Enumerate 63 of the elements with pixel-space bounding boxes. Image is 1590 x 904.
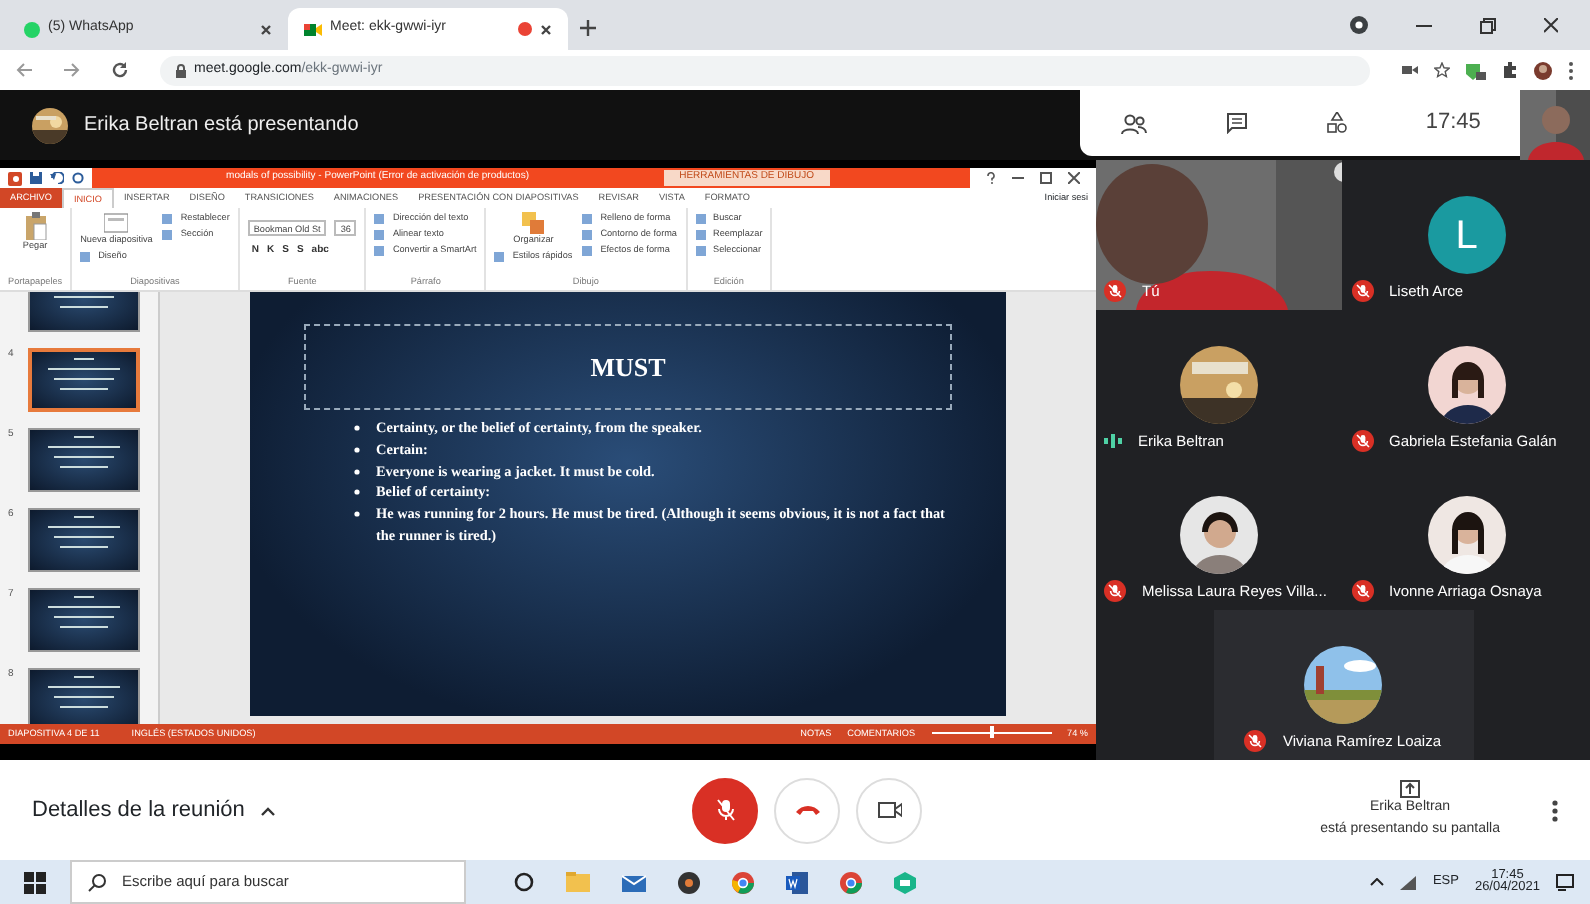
- more-options-icon[interactable]: [1552, 799, 1558, 821]
- slide-thumbnail[interactable]: [28, 508, 140, 572]
- network-icon[interactable]: [1400, 875, 1417, 889]
- document-app-icon[interactable]: [786, 871, 808, 893]
- maximize-icon[interactable]: [1040, 172, 1052, 184]
- circle-icon[interactable]: [514, 872, 534, 892]
- extension-icon[interactable]: [1466, 61, 1486, 79]
- command-icon: [494, 251, 505, 261]
- menu-icon[interactable]: [1568, 61, 1574, 79]
- slide-thumbnail[interactable]: [28, 668, 140, 724]
- chat-app-icon: [24, 21, 40, 37]
- back-icon[interactable]: [16, 62, 32, 78]
- minimize-icon[interactable]: [1012, 172, 1024, 184]
- forward-icon[interactable]: [64, 62, 80, 78]
- shapes-icon[interactable]: [1325, 112, 1348, 134]
- maximize-icon[interactable]: [1480, 17, 1496, 33]
- save-icon[interactable]: [30, 172, 42, 184]
- people-icon[interactable]: [1119, 113, 1148, 133]
- close-icon[interactable]: [1068, 172, 1080, 184]
- meeting-time: 17:45: [1425, 108, 1481, 139]
- avatar: L: [1427, 196, 1506, 274]
- camera-icon: [877, 802, 901, 818]
- shapes-icon: [521, 212, 546, 234]
- caret-icon: [260, 805, 277, 815]
- mic-off-icon: [715, 798, 735, 822]
- slide-thumbnail[interactable]: [28, 588, 140, 652]
- microphone-button[interactable]: [692, 777, 758, 843]
- chat-icon[interactable]: [1225, 112, 1248, 134]
- slide-thumbnail[interactable]: [28, 348, 140, 412]
- hexagon-app-icon[interactable]: [894, 871, 916, 893]
- undo-icon[interactable]: [50, 172, 64, 184]
- end-call-button[interactable]: [774, 777, 840, 843]
- close-icon[interactable]: [1544, 17, 1558, 33]
- mail-icon[interactable]: [622, 872, 646, 892]
- command-icon: [80, 251, 91, 261]
- camera-button[interactable]: [856, 777, 922, 843]
- help-icon[interactable]: [986, 172, 996, 184]
- windows-start-icon[interactable]: [24, 871, 46, 893]
- present-screen-icon: [1400, 780, 1421, 798]
- redo-icon[interactable]: [72, 172, 84, 184]
- close-icon: [260, 23, 272, 35]
- meeting-details-button[interactable]: Detalles de la reunión: [32, 793, 277, 827]
- puzzle-icon[interactable]: [1502, 62, 1518, 78]
- camera-icon[interactable]: [1402, 64, 1418, 76]
- new-tab-icon[interactable]: [580, 20, 596, 36]
- profile-icon[interactable]: [1350, 16, 1368, 34]
- notification-icon[interactable]: [1556, 873, 1574, 891]
- reload-icon[interactable]: [112, 62, 128, 78]
- search-icon: [88, 873, 106, 891]
- caret-icon[interactable]: [1370, 878, 1385, 886]
- star-icon[interactable]: [1434, 62, 1450, 78]
- camera-app-icon: [304, 21, 322, 37]
- slider-thumb[interactable]: [989, 726, 994, 739]
- browser-icon[interactable]: [840, 871, 862, 893]
- phone-icon: [795, 804, 819, 816]
- lock-icon: [176, 63, 186, 77]
- slide-thumbnail[interactable]: [28, 428, 140, 492]
- browser-icon[interactable]: [732, 871, 754, 893]
- close-icon: [540, 23, 552, 35]
- presenter-title: Erika Beltran está presentando: [84, 112, 359, 140]
- slide-title: MUST: [590, 349, 666, 386]
- avatar-icon[interactable]: [1534, 61, 1552, 79]
- disc-icon[interactable]: [678, 871, 700, 893]
